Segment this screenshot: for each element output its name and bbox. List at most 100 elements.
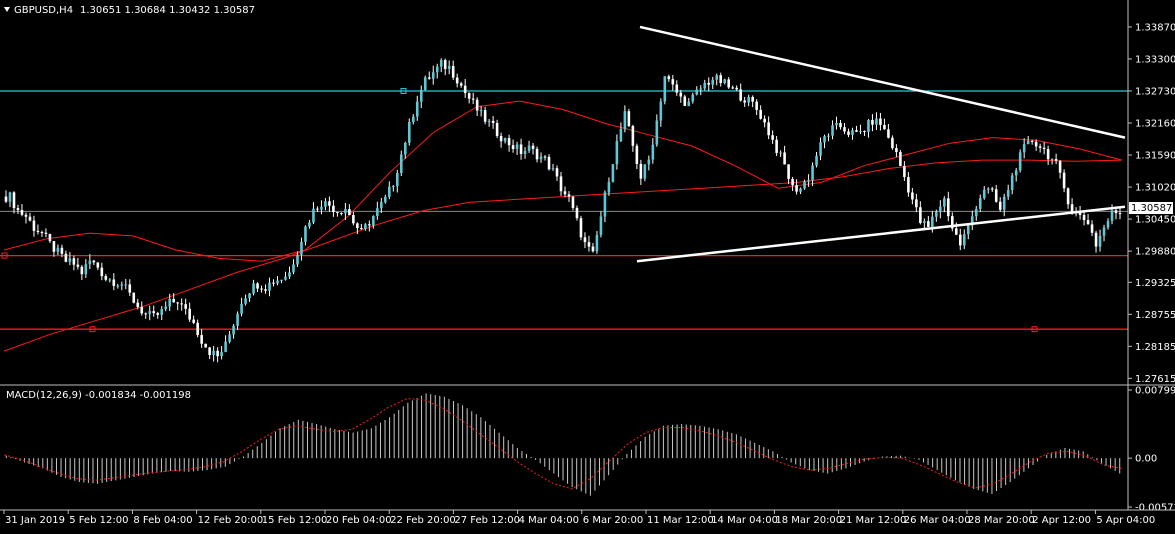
candle-body (392, 186, 395, 188)
candle-body (1050, 159, 1054, 161)
current-price-label: 1.30587 (1131, 203, 1172, 214)
candle-body (148, 311, 152, 314)
candle-body (284, 276, 287, 280)
candle-body (160, 309, 164, 315)
candle-body (779, 152, 782, 154)
candle-body (372, 215, 375, 226)
candle-body (1082, 214, 1086, 221)
candle-body (196, 322, 199, 336)
candle-body (595, 234, 599, 252)
candle-body (152, 311, 156, 314)
candle-body (939, 206, 942, 212)
candle-body (455, 77, 459, 84)
candle-body (120, 284, 124, 286)
candle-body (144, 313, 148, 315)
candle-body (990, 188, 994, 190)
candle-body (228, 334, 231, 342)
candle-body (1010, 175, 1014, 190)
candle-body (1030, 140, 1034, 142)
candle-body (32, 220, 36, 231)
candle-body (324, 201, 327, 207)
candle-body (931, 216, 934, 227)
candle-body (843, 127, 846, 132)
candle-body (811, 165, 814, 181)
candle-body (1046, 149, 1050, 160)
candle-body (958, 234, 962, 246)
candle-body (543, 156, 547, 158)
candle-body (523, 150, 527, 154)
candle-body (256, 283, 259, 289)
candle-body (252, 283, 255, 294)
candle-body (715, 75, 719, 80)
candle-body (571, 196, 575, 208)
candle-body (52, 241, 56, 252)
candle-body (64, 253, 68, 262)
candle-body (727, 79, 731, 88)
candle-body (475, 99, 479, 111)
candle-body (855, 130, 858, 132)
candle-body (128, 284, 132, 293)
candle-body (1118, 213, 1122, 215)
candle-body (88, 260, 92, 265)
candle-body (647, 159, 651, 165)
candle-body (280, 279, 283, 281)
candle-body (547, 156, 551, 170)
price-tick-label: 1.31020 (1135, 183, 1175, 194)
candle-body (707, 82, 711, 85)
candle-body (491, 120, 495, 123)
time-tick-label: 15 Feb 12:00 (262, 515, 328, 526)
candle-body (236, 313, 239, 326)
candle-body (515, 144, 519, 149)
candle-body (583, 237, 587, 243)
chart-canvas[interactable]: GBPUSD,H4 1.30651 1.30684 1.30432 1.3058… (0, 0, 1175, 530)
macd-tick-label: 0.007995 (1135, 386, 1175, 397)
candle-body (12, 192, 16, 209)
candle-body (316, 208, 319, 210)
candle-body (356, 223, 359, 229)
candle-body (875, 118, 878, 125)
candle-body (891, 137, 894, 149)
candle-body (447, 65, 451, 69)
time-tick-label: 5 Apr 04:00 (1096, 515, 1155, 526)
candle-body (1038, 146, 1042, 148)
chart-window[interactable]: GBPUSD,H4 1.30651 1.30684 1.30432 1.3058… (0, 0, 1175, 530)
candle-body (735, 87, 738, 90)
candle-body (124, 284, 128, 286)
candle-body (895, 148, 898, 153)
candle-body (671, 79, 675, 85)
price-tick-label: 1.28755 (1135, 310, 1175, 321)
candle-body (336, 211, 339, 213)
candle-body (1114, 210, 1118, 214)
candle-body (419, 89, 423, 102)
candle-body (611, 164, 615, 182)
time-tick-label: 28 Mar 20:00 (968, 515, 1035, 526)
candle-body (783, 152, 786, 165)
candle-body (368, 224, 371, 226)
time-tick-label: 31 Jan 2019 (5, 515, 65, 526)
candle-body (431, 72, 435, 79)
candle-body (360, 228, 363, 230)
candle-body (599, 216, 603, 235)
candle-body (923, 221, 926, 223)
candle-body (320, 206, 323, 210)
candle-body (787, 164, 790, 179)
candle-body (619, 128, 623, 142)
candle-body (96, 262, 100, 268)
candle-body (104, 276, 108, 280)
candle-body (248, 293, 251, 299)
candle-body (827, 135, 830, 137)
candle-body (292, 264, 295, 273)
candle-body (28, 216, 32, 221)
candle-body (24, 214, 28, 217)
candle-body (823, 136, 826, 143)
time-tick-label: 8 Feb 04:00 (133, 515, 192, 526)
time-tick-label: 5 Feb 12:00 (69, 515, 128, 526)
candle-body (887, 129, 890, 138)
candle-body (164, 306, 168, 310)
candle-body (80, 266, 84, 275)
candle-body (919, 207, 922, 223)
candle-body (411, 116, 415, 122)
candle-body (719, 75, 723, 83)
candle-body (603, 192, 607, 217)
candle-body (1086, 220, 1090, 225)
